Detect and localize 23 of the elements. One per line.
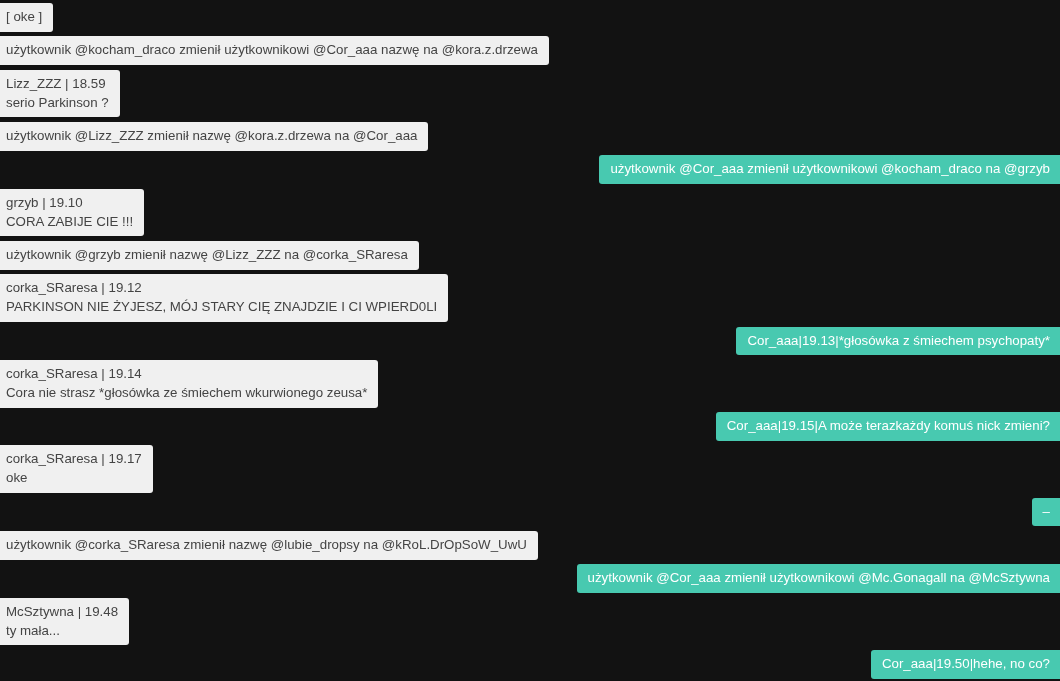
message-bubble: użytkownik @grzyb zmienił nazwę @Lizz_ZZZ na @corka_SRaresa — [0, 240, 419, 270]
message-header: Lizz_ZZZ | 18.59 — [6, 74, 107, 93]
message-bubble: Cor_aaa|19.15|A może terazkażdy komuś nick zmieni? — [715, 412, 1060, 441]
message-text: serio Parkinson ? — [6, 93, 109, 112]
message-bubble: użytkownik @Cor_aaa zmienił użytkownikowi @kocham_draco na @grzyb — [599, 155, 1060, 185]
message-bubble: – — [1031, 497, 1060, 527]
message-text: CORA ZABIJE CIE !!! — [6, 212, 134, 231]
message-text: oke — [6, 469, 29, 488]
message-bubble: użytkownik @kocham_draco zmienił użytkownikowi @Cor_aaa nazwę na @kora.z.drzewa — [0, 36, 549, 66]
message-text: PARKINSON NIE ŻYJESZ, MÓJ STARY CIĘ ZNAJDZIE I CI WPIERD0LI — [6, 298, 438, 317]
message-header: corka_SRaresa | 19.14 — [6, 364, 143, 383]
message-bubble: [ oke ] — [0, 3, 54, 32]
message-bubble: użytkownik @corka_SRaresa zmienił nazwę @lubie_dropsy na @kRoL.DrOpSoW_UwU — [0, 531, 538, 560]
message-bubble: Cor_aaa|19.13|*głosówka z śmiechem psychopaty* — [736, 326, 1060, 356]
message-header: corka_SRaresa | 19.17 — [6, 450, 142, 469]
message-text: ty mała... — [6, 621, 61, 640]
message-text: Cora nie strasz *głosówka ze śmiechem wkurwionego zeusa* — [6, 383, 368, 402]
message-bubble: Cor_aaa|19.50|hehe, no co? — [870, 650, 1060, 679]
message-bubble: użytkownik @Lizz_ZZZ zmienił nazwę @kora.z.drzewa na @Cor_aaa — [0, 121, 429, 151]
message-header: McSztywna | 19.48 — [6, 602, 119, 621]
message-bubble: użytkownik @Cor_aaa zmienił użytkownikowi @Mc.Gonagall na @McSztywna — [576, 564, 1060, 594]
message-header: grzyb | 19.10 — [6, 193, 84, 212]
message-header: corka_SRaresa | 19.12 — [6, 279, 143, 298]
